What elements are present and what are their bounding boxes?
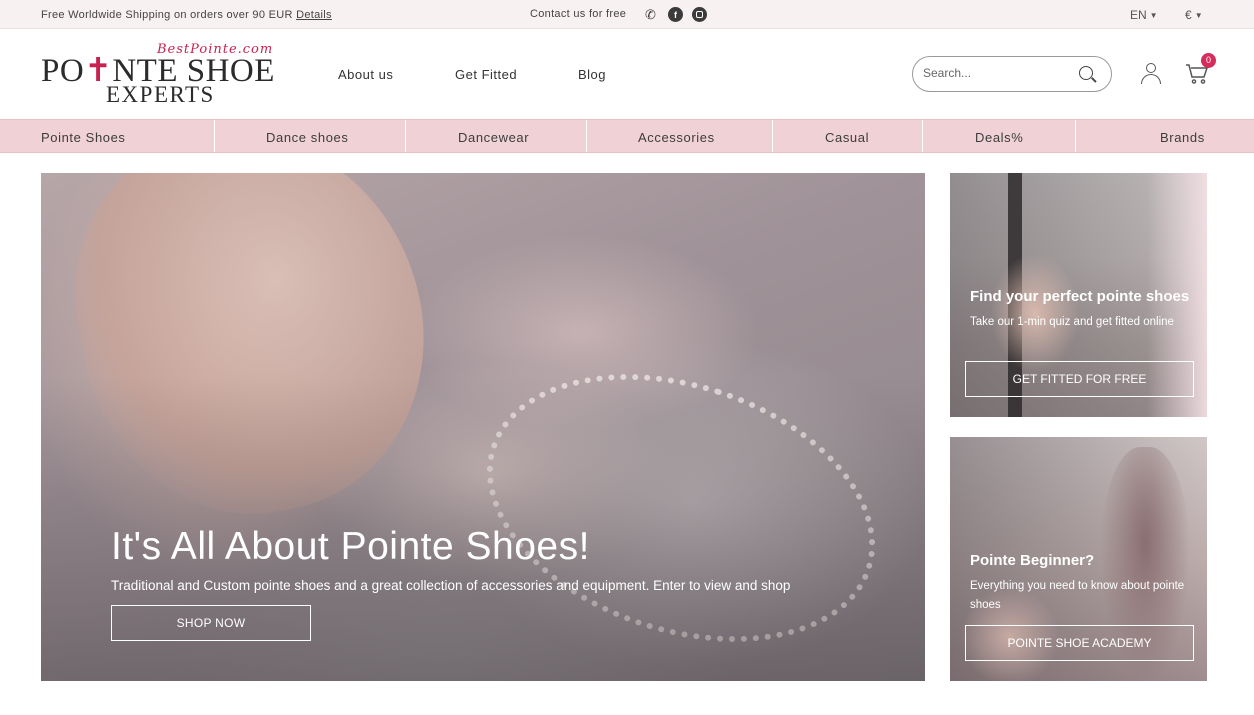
promo-title: Pointe Beginner? <box>970 552 1095 569</box>
currency-selector[interactable]: € ▼ <box>1185 8 1203 22</box>
language-value: EN <box>1130 8 1147 22</box>
contact-text: Contact us for free <box>530 8 627 20</box>
hero-subtitle: Traditional and Custom pointe shoes and … <box>111 578 791 593</box>
category-dance-shoes[interactable]: Dance shoes <box>266 130 348 145</box>
promo-description: Everything you need to know about pointe… <box>970 580 1185 611</box>
search-input[interactable] <box>923 66 1073 80</box>
category-accessories[interactable]: Accessories <box>638 130 715 145</box>
hero-banner[interactable]: It's All About Pointe Shoes! Traditional… <box>41 173 925 681</box>
search-box <box>912 56 1112 92</box>
currency-value: € <box>1185 8 1192 22</box>
nav-about-us[interactable]: About us <box>338 67 393 82</box>
promo-get-fitted[interactable]: Find your perfect pointe shoes Take our … <box>950 173 1207 417</box>
category-divider <box>586 120 587 152</box>
shop-now-button[interactable]: SHOP NOW <box>111 605 311 641</box>
promo-pointe-academy[interactable]: Pointe Beginner? Everything you need to … <box>950 437 1207 681</box>
facebook-icon[interactable]: f <box>668 7 683 22</box>
category-deals[interactable]: Deals% <box>975 130 1023 145</box>
category-divider <box>405 120 406 152</box>
shipping-text: Free Worldwide Shipping on orders over 9… <box>41 9 293 21</box>
category-divider <box>772 120 773 152</box>
category-dancewear[interactable]: Dancewear <box>458 130 529 145</box>
category-divider <box>214 120 215 152</box>
chevron-down-icon: ▼ <box>1194 11 1203 20</box>
search-icon[interactable] <box>1079 66 1093 80</box>
category-divider <box>922 120 923 152</box>
logo-subtitle: EXPERTS <box>106 82 215 107</box>
chevron-down-icon: ▼ <box>1149 11 1158 20</box>
site-logo[interactable]: BestPointe.com PO✝NTE SHOE EXPERTS <box>41 42 281 108</box>
shipping-notice: Free Worldwide Shipping on orders over 9… <box>41 9 332 21</box>
promo-title: Find your perfect pointe shoes <box>970 288 1190 305</box>
hero-title: It's All About Pointe Shoes! <box>111 525 590 568</box>
nav-blog[interactable]: Blog <box>578 67 606 82</box>
category-pointe-shoes[interactable]: Pointe Shoes <box>41 130 126 145</box>
category-brands[interactable]: Brands <box>1160 130 1205 145</box>
category-navigation: Pointe Shoes Dance shoes Dancewear Acces… <box>0 119 1254 153</box>
category-casual[interactable]: Casual <box>825 130 869 145</box>
get-fitted-button[interactable]: GET FITTED FOR FREE <box>965 361 1194 397</box>
instagram-icon[interactable] <box>692 7 707 22</box>
promo-description: Take our 1-min quiz and get fitted onlin… <box>970 316 1174 328</box>
shipping-details-link[interactable]: Details <box>296 9 332 21</box>
nav-get-fitted[interactable]: Get Fitted <box>455 67 517 82</box>
account-icon[interactable] <box>1141 63 1161 85</box>
language-selector[interactable]: EN ▼ <box>1130 8 1158 22</box>
pointe-academy-button[interactable]: POINTE SHOE ACADEMY <box>965 625 1194 661</box>
phone-icon[interactable]: ✆ <box>643 7 658 22</box>
cart-count-badge: 0 <box>1201 53 1216 68</box>
category-divider <box>1075 120 1076 152</box>
top-announcement-bar: Free Worldwide Shipping on orders over 9… <box>0 0 1254 29</box>
